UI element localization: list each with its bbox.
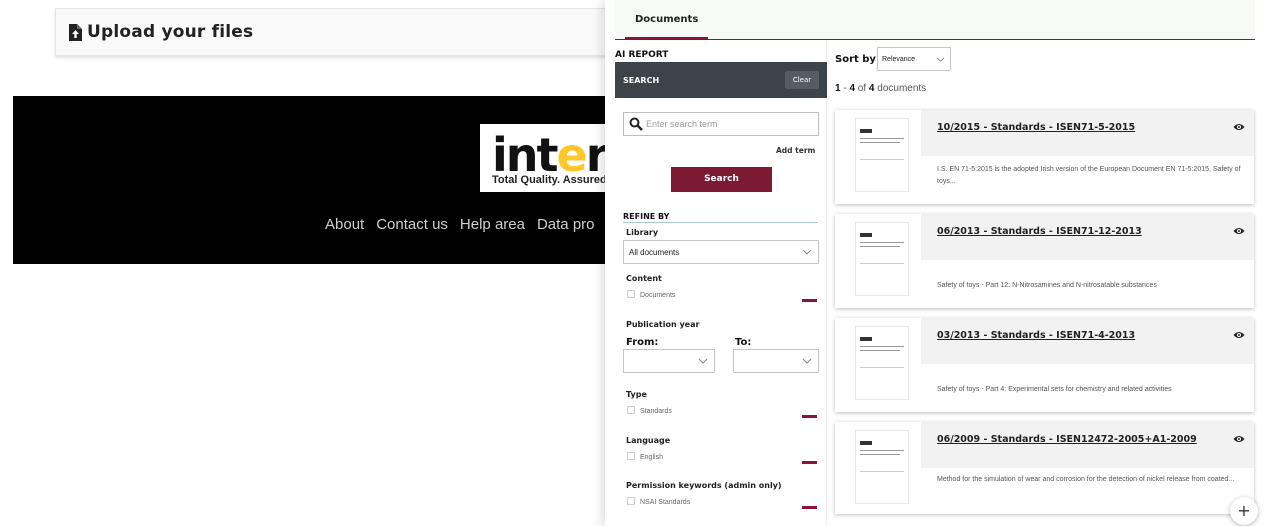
checkbox-label: Documents [640,292,676,299]
plus-icon[interactable]: + [1230,497,1258,525]
permission-keywords-label: Permission keywords (admin only) [626,481,782,490]
upload-files-card[interactable]: Upload your files [55,8,615,56]
result-description: Method for the simulation of wear and co… [937,476,1235,483]
add-term-link[interactable]: Add term [776,146,815,155]
footer-link-contact[interactable]: Contact us [376,216,448,233]
year-to-select[interactable] [733,349,819,373]
chevron-down-icon [802,249,812,255]
content-label: Content [626,274,662,283]
clear-button[interactable]: Clear [785,71,819,89]
sort-by-label: Sort by: [835,54,880,65]
site-footer: intertek Total Quality. Assured. About C… [13,96,615,264]
upload-title: Upload your files [87,22,254,42]
result-description: Safety of toys - Part 4: Experimental se… [937,386,1172,393]
result-card[interactable]: 10/2015 - Standards - ISEN71-5-2015 I.S.… [835,110,1254,204]
year-from-select[interactable] [623,349,715,373]
eye-icon[interactable] [1233,226,1245,236]
result-card[interactable]: 06/2013 - Standards - ISEN71-12-2013 Saf… [835,214,1254,308]
to-label: To: [735,337,752,348]
library-select-value: All documents [629,248,680,257]
checkbox[interactable] [627,290,635,298]
search-header-label: SEARCH [623,76,660,85]
footer-link-about[interactable]: About [325,216,364,233]
eye-icon[interactable] [1233,330,1245,340]
footer-link-help[interactable]: Help area [460,216,525,233]
result-title-link[interactable]: 06/2013 - Standards - ISEN71-12-2013 [937,226,1217,237]
type-label: Type [626,390,647,399]
search-button[interactable]: Search [671,167,772,192]
result-title-link[interactable]: 06/2009 - Standards - ISEN12472-2005+A1-… [937,434,1217,445]
language-option-english[interactable]: English [626,452,817,466]
checkbox[interactable] [627,497,635,505]
library-select[interactable]: All documents [623,240,819,264]
checkbox-label: Standards [640,408,672,415]
documents-panel: Documents AI REPORT SEARCH Clear Add ter… [605,0,1278,526]
results-count: 1 - 4 of 4 documents [835,83,927,94]
footer-links: About Contact us Help area Data pro [325,216,595,233]
search-field[interactable] [623,112,819,136]
publication-year-label: Publication year [626,320,700,329]
language-label: Language [626,436,671,445]
tab-bar: Documents [615,0,1255,40]
card-header-band [921,318,1254,364]
document-thumbnail[interactable] [855,222,909,296]
document-thumbnail[interactable] [855,118,909,192]
result-title-link[interactable]: 03/2013 - Standards - ISEN71-4-2013 [937,330,1217,341]
document-thumbnail[interactable] [855,326,909,400]
sort-select[interactable]: Relevance [877,47,951,71]
count-bar [802,415,817,418]
count-bar [802,506,817,509]
screen: Upload your files intertek Total Quality… [0,0,1278,526]
chevron-down-icon [698,358,708,364]
content-option-documents[interactable]: Documents [626,290,817,304]
result-description: I.S. EN 71-5:2015 is the adopted Irish v… [937,166,1241,185]
refine-divider [623,222,818,223]
logo-tagline: Total Quality. Assured. [492,174,610,186]
checkbox[interactable] [627,406,635,414]
card-header-band [921,110,1254,156]
search-icon [629,117,643,131]
from-label: From: [626,337,659,348]
result-card[interactable]: 06/2009 - Standards - ISEN12472-2005+A1-… [835,422,1254,514]
intertek-logo[interactable]: intertek Total Quality. Assured. [480,124,615,192]
card-header-band [921,214,1254,260]
checkbox[interactable] [627,452,635,460]
tab-documents[interactable]: Documents [625,14,709,40]
search-input[interactable] [646,116,814,132]
card-header-band [921,422,1254,468]
result-card[interactable]: 03/2013 - Standards - ISEN71-4-2013 Safe… [835,318,1254,412]
result-description: Safety of toys - Part 12: N-Nitrosamines… [937,282,1157,289]
refine-by-heading: REFINE BY [623,212,670,221]
checkbox-label: English [640,454,663,461]
type-option-standards[interactable]: Standards [626,406,817,420]
chevron-down-icon [936,57,945,62]
filter-sidebar: AI REPORT SEARCH Clear Add term Search R… [605,40,827,526]
file-upload-icon [69,24,82,41]
permission-option-nsai[interactable]: NSAI Standards [626,497,817,511]
count-bar [802,461,817,464]
checkbox-label: NSAI Standards [640,499,691,506]
library-label: Library [626,228,659,237]
search-header: SEARCH Clear [615,62,827,98]
footer-link-data-protection[interactable]: Data pro [537,216,595,233]
ai-report-heading: AI REPORT [615,50,669,60]
chevron-down-icon [802,358,812,364]
document-thumbnail[interactable] [855,430,909,504]
eye-icon[interactable] [1233,122,1245,132]
sort-select-value: Relevance [882,56,916,63]
result-title-link[interactable]: 10/2015 - Standards - ISEN71-5-2015 [937,122,1217,133]
count-bar [802,299,817,302]
eye-icon[interactable] [1233,434,1245,444]
